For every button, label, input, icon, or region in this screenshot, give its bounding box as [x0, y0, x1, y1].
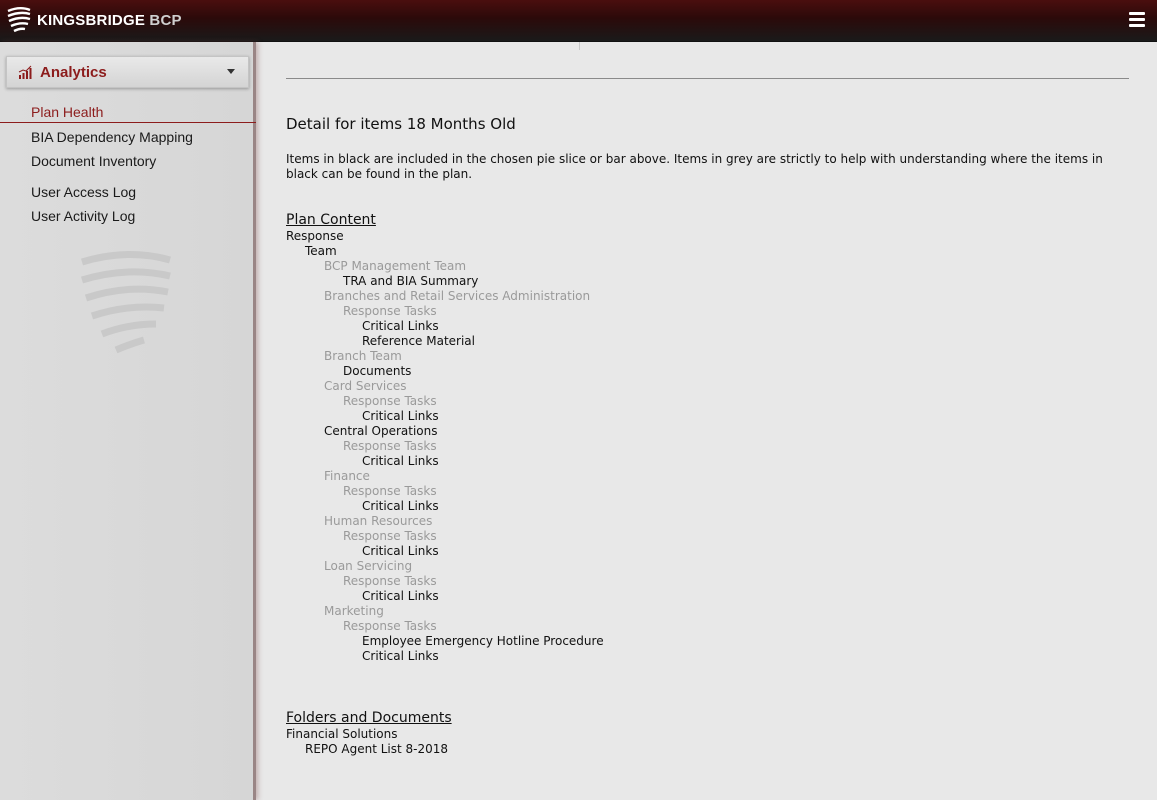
analytics-label: Analytics: [40, 63, 107, 81]
tree-item[interactable]: Central Operations: [286, 424, 1129, 439]
brand-main: KINGSBRIDGE: [37, 11, 146, 29]
top-divider: [579, 42, 580, 50]
folders-documents-tree: Financial Solutions REPO Agent List 8-201…: [286, 727, 1129, 757]
tree-item[interactable]: Employee Emergency Hotline Procedure: [286, 634, 1129, 649]
tree-item: Branches and Retail Services Administrat…: [324, 289, 591, 303]
tree-item[interactable]: Critical Links: [286, 499, 1129, 514]
sidebar-item-plan-health[interactable]: Plan Health: [0, 102, 256, 123]
tree-item: Loan Servicing: [324, 559, 413, 573]
tree-item[interactable]: Reference Material: [286, 334, 1129, 349]
tree-item: Response Tasks: [343, 439, 437, 453]
sidebar-item-bia-dependency-mapping[interactable]: BIA Dependency Mapping: [0, 126, 256, 150]
legend-note: Items in black are included in the chose…: [286, 152, 1103, 181]
brand-name: KINGSBRIDGE BCP: [37, 12, 182, 29]
tree-item[interactable]: REPO Agent List 8-2018: [286, 742, 1129, 757]
tree-item[interactable]: Financial Solutions: [286, 727, 1129, 742]
main-content: Detail for items 18 Months Old Items in …: [259, 42, 1157, 800]
tree-item[interactable]: Response: [286, 229, 1129, 244]
tree-item: BCP Management Team: [324, 259, 467, 273]
brand-sub: BCP: [149, 11, 182, 29]
sidebar-nav: Plan Health BIA Dependency Mapping Docum…: [0, 102, 256, 229]
tree-item: Response Tasks: [343, 484, 437, 498]
tree-item[interactable]: TRA and BIA Summary: [286, 274, 1129, 289]
tree-item[interactable]: Team: [286, 244, 1129, 259]
chevron-down-icon: [227, 69, 235, 74]
analytics-section-header[interactable]: Analytics: [6, 56, 249, 88]
tree-item[interactable]: Critical Links: [286, 319, 1129, 334]
sidebar-item-document-inventory[interactable]: Document Inventory: [0, 150, 256, 174]
tree-item[interactable]: Critical Links: [286, 544, 1129, 559]
tree-item: Card Services: [324, 379, 407, 393]
sidebar-item-user-access-log[interactable]: User Access Log: [0, 181, 256, 205]
folders-documents-title: Folders and Documents: [286, 710, 452, 726]
tree-item[interactable]: Critical Links: [286, 589, 1129, 604]
sidebar: Analytics Plan Health BIA Dependency Map…: [0, 42, 256, 800]
bar-chart-icon: [18, 65, 32, 79]
tree-item[interactable]: Documents: [286, 364, 1129, 379]
tree-item: Branch Team: [324, 349, 402, 363]
tree-item: Finance: [324, 469, 370, 483]
hamburger-menu-icon[interactable]: [1129, 12, 1145, 28]
tree-item: Response Tasks: [343, 304, 437, 318]
kingsbridge-shield-icon: [7, 7, 31, 33]
tree-item: Response Tasks: [343, 619, 437, 633]
tree-item: Human Resources: [324, 514, 433, 528]
tree-item[interactable]: Critical Links: [286, 454, 1129, 469]
plan-content-tree: Response Team BCP Management Team TRA and B…: [286, 229, 1129, 664]
tree-item: Response Tasks: [343, 574, 437, 588]
tree-item: Marketing: [324, 604, 384, 618]
tree-item[interactable]: Critical Links: [286, 409, 1129, 424]
detail-title: Detail for items 18 Months Old: [286, 115, 516, 133]
sidebar-item-user-activity-log[interactable]: User Activity Log: [0, 205, 256, 229]
tree-item: Response Tasks: [343, 529, 437, 543]
tree-item[interactable]: Critical Links: [286, 649, 1129, 664]
brand-logo[interactable]: KINGSBRIDGE BCP: [6, 5, 182, 35]
detail-panel: Detail for items 18 Months Old Items in …: [286, 114, 1129, 757]
top-bar: KINGSBRIDGE BCP: [0, 0, 1157, 42]
tree-item: Response Tasks: [343, 394, 437, 408]
horizontal-rule: [286, 78, 1129, 79]
plan-content-title: Plan Content: [286, 212, 376, 228]
kingsbridge-watermark-icon: [80, 251, 171, 354]
